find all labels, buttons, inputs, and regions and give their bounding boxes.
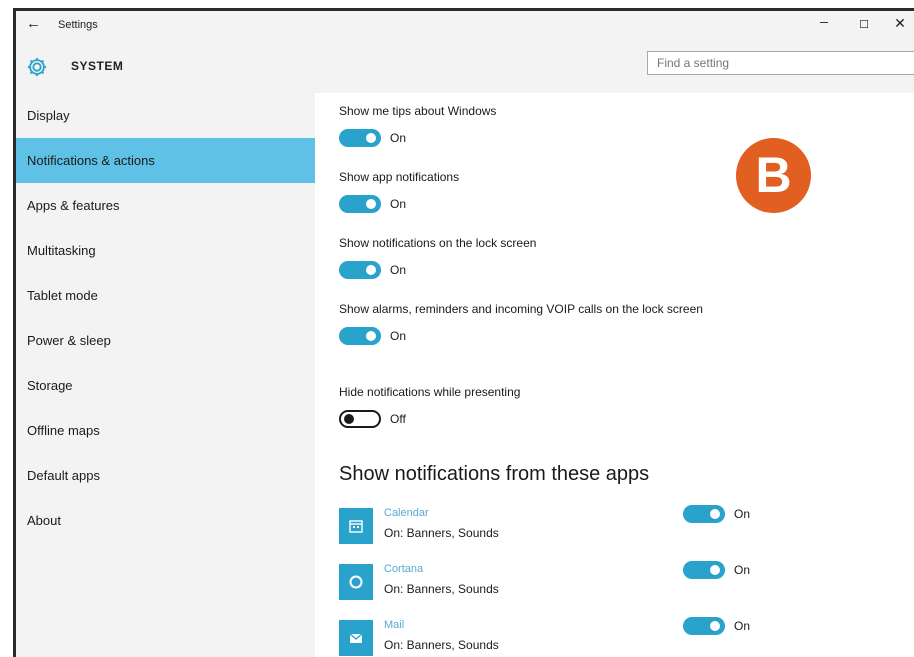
sidebar-item-power-sleep[interactable]: Power & sleep [16, 318, 315, 363]
app-name[interactable]: Cortana [384, 563, 423, 575]
cortana-icon [349, 575, 363, 589]
app-status: On: Banners, Sounds [384, 582, 499, 596]
app-name[interactable]: Mail [384, 619, 404, 631]
cortana-toggle[interactable] [683, 561, 725, 579]
sidebar-item-display[interactable]: Display [16, 93, 315, 138]
alarms-toggle[interactable] [339, 327, 381, 345]
app-status: On: Banners, Sounds [384, 526, 499, 540]
app-row-cortana: Cortana On: Banners, Sounds On [339, 561, 859, 601]
setting-tips: Show me tips about Windows On [339, 103, 729, 147]
title-bar: ← Settings – ☐ ✕ [16, 11, 914, 41]
back-arrow-icon[interactable]: ← [26, 15, 41, 32]
tips-toggle[interactable] [339, 129, 381, 147]
setting-label: Show alarms, reminders and incoming VOIP… [339, 302, 703, 316]
mail-icon [349, 633, 363, 643]
sidebar-item-multitasking[interactable]: Multitasking [16, 228, 315, 273]
settings-header: SYSTEM ⚲ [16, 41, 914, 93]
toggle-knob [366, 265, 376, 275]
app-row-mail: Mail On: Banners, Sounds On [339, 617, 859, 657]
sidebar-item-notifications-actions[interactable]: Notifications & actions [16, 138, 315, 183]
setting-hide-while-presenting: Hide notifications while presenting Off [339, 384, 729, 428]
setting-label: Hide notifications while presenting [339, 385, 521, 399]
calendar-icon [349, 520, 363, 533]
presenting-toggle[interactable] [339, 410, 381, 428]
mail-toggle[interactable] [683, 617, 725, 635]
window-title: Settings [58, 19, 98, 31]
sidebar-item-about[interactable]: About [16, 498, 315, 543]
mail-tile [339, 620, 373, 656]
toggle-state: On [390, 131, 407, 145]
toggle-state: Off [390, 412, 406, 426]
search-box[interactable]: ⚲ [647, 51, 914, 75]
maximize-button[interactable]: ☐ [854, 18, 874, 31]
toggle-knob [710, 509, 720, 519]
callout-badge: B [736, 138, 811, 213]
calendar-toggle[interactable] [683, 505, 725, 523]
apps-section-heading: Show notifications from these apps [339, 463, 650, 485]
sidebar-item-default-apps[interactable]: Default apps [16, 453, 315, 498]
toggle-state: On [390, 329, 407, 343]
toggle-knob [710, 565, 720, 575]
calendar-tile [339, 508, 373, 544]
toggle-knob [366, 199, 376, 209]
toggle-knob [344, 414, 354, 424]
toggle-state: On [734, 563, 751, 577]
setting-alarms-lock-screen: Show alarms, reminders and incoming VOIP… [339, 301, 729, 345]
setting-app-notifications: Show app notifications On [339, 169, 729, 213]
app-status: On: Banners, Sounds [384, 638, 499, 652]
toggle-state: On [390, 263, 407, 277]
close-button[interactable]: ✕ [890, 15, 910, 32]
sidebar-item-tablet-mode[interactable]: Tablet mode [16, 273, 315, 318]
lock-screen-toggle[interactable] [339, 261, 381, 279]
app-notifications-toggle[interactable] [339, 195, 381, 213]
sidebar-item-apps-features[interactable]: Apps & features [16, 183, 315, 228]
cortana-tile [339, 564, 373, 600]
toggle-state: On [390, 197, 407, 211]
minimize-button[interactable]: – [814, 13, 834, 29]
setting-label: Show me tips about Windows [339, 104, 497, 118]
settings-window: ← Settings – ☐ ✕ SYSTEM ⚲ Display Notifi… [13, 8, 914, 657]
setting-lock-screen-notifications: Show notifications on the lock screen On [339, 235, 729, 279]
sidebar: Display Notifications & actions Apps & f… [16, 93, 315, 657]
setting-label: Show notifications on the lock screen [339, 236, 537, 250]
page-title: SYSTEM [71, 59, 124, 73]
search-input[interactable] [648, 52, 887, 74]
setting-label: Show app notifications [339, 170, 460, 184]
app-row-calendar: Calendar On: Banners, Sounds On [339, 505, 859, 545]
toggle-knob [366, 133, 376, 143]
sidebar-item-storage[interactable]: Storage [16, 363, 315, 408]
toggle-state: On [734, 507, 751, 521]
sidebar-item-offline-maps[interactable]: Offline maps [16, 408, 315, 453]
main-panel: Show me tips about Windows On Show app n… [315, 93, 914, 657]
toggle-state: On [734, 619, 751, 633]
toggle-knob [366, 331, 376, 341]
gear-icon [27, 57, 47, 77]
toggle-knob [710, 621, 720, 631]
app-name[interactable]: Calendar [384, 507, 429, 519]
